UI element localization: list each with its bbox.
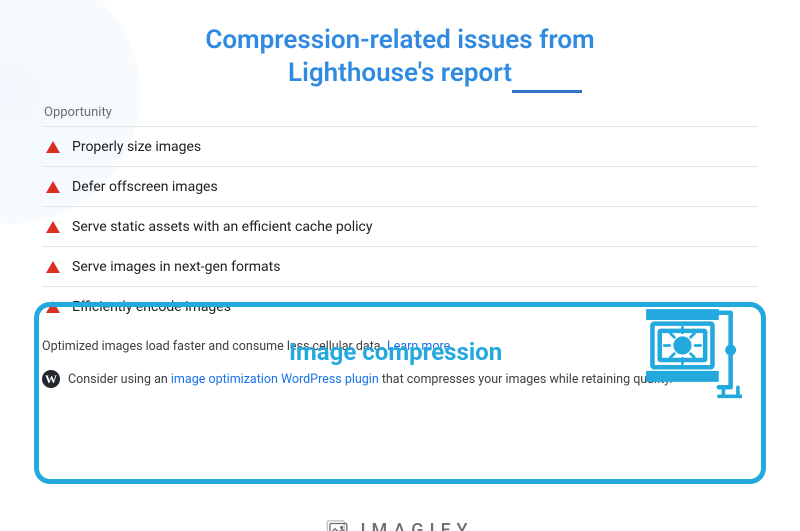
heading-underline	[512, 90, 582, 93]
footer-brand: IMAGIFY	[0, 519, 800, 531]
opportunity-item[interactable]: Properly size images	[42, 127, 758, 167]
callout-image-compression: Image compression	[289, 338, 502, 366]
wp-plugin-link[interactable]: image optimization WordPress plugin	[171, 372, 379, 387]
opportunity-label: Serve images in next-gen formats	[72, 259, 280, 275]
opportunity-label: Defer offscreen images	[72, 179, 218, 195]
opportunity-label: Efficiently encode images	[72, 299, 231, 315]
compress-clamp-icon	[632, 300, 742, 400]
warning-triangle-icon	[46, 261, 60, 273]
warning-triangle-icon	[46, 181, 60, 193]
warning-triangle-icon	[46, 221, 60, 233]
opportunity-label: Properly size images	[72, 139, 201, 155]
page-title: Compression-related issues from Lighthou…	[0, 24, 800, 89]
wordpress-icon: W	[42, 370, 60, 388]
wp-note-suffix: that compresses your images while retain…	[379, 372, 673, 387]
warning-triangle-icon	[46, 141, 60, 153]
wp-note-prefix: Consider using an	[68, 372, 171, 387]
opportunity-label: Serve static assets with an efficient ca…	[72, 219, 372, 235]
opportunity-list: Properly size images Defer offscreen ima…	[42, 126, 758, 327]
opportunity-item[interactable]: Defer offscreen images	[42, 167, 758, 207]
opportunity-item[interactable]: Serve static assets with an efficient ca…	[42, 207, 758, 247]
imagify-logo-icon	[326, 519, 352, 531]
opportunity-item[interactable]: Serve images in next-gen formats	[42, 247, 758, 287]
heading-line-1: Compression-related issues from	[205, 25, 594, 55]
section-label-opportunity: Opportunity	[42, 99, 758, 126]
heading-line-2: Lighthouse's report	[288, 58, 512, 88]
brand-text: IMAGIFY	[360, 520, 473, 531]
warning-triangle-icon	[46, 301, 60, 313]
